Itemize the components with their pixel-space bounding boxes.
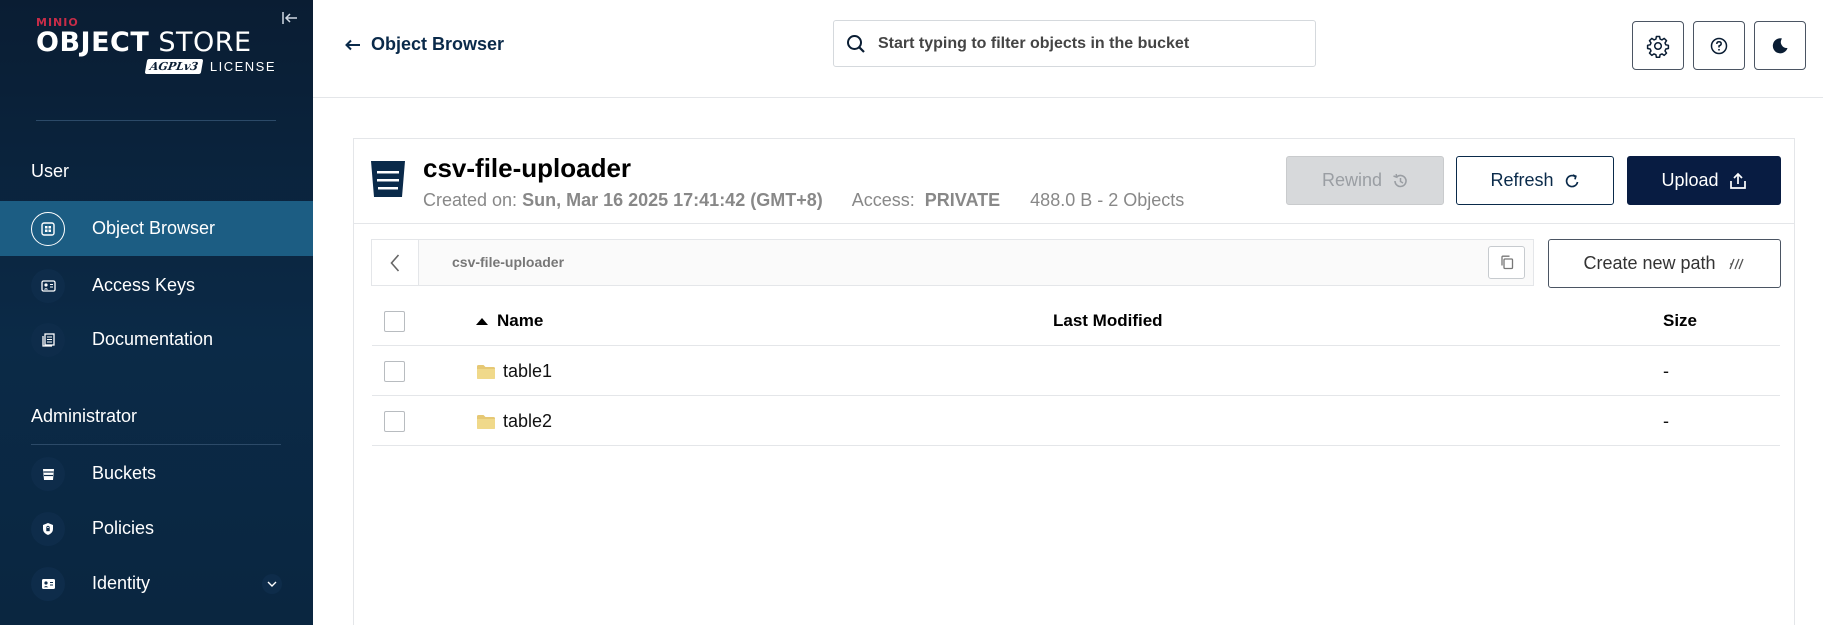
minio-logo: MINIO OBJECT STORE AGPLv3 LICENSE — [36, 16, 286, 74]
dark-mode-button[interactable] — [1754, 21, 1806, 70]
sidebar-divider — [31, 444, 281, 445]
arrow-left-icon — [345, 39, 360, 50]
search-input[interactable] — [878, 34, 1278, 53]
user-section-title: User — [31, 161, 70, 181]
table-row[interactable]: table2 - — [372, 396, 1780, 446]
sidebar-item-buckets[interactable]: Buckets — [0, 446, 313, 501]
access-label: Access: — [851, 190, 915, 210]
buckets-icon — [31, 456, 65, 491]
help-icon — [1710, 37, 1728, 54]
sidebar-item-label: Access Keys — [92, 275, 196, 295]
sidebar-item-label: Documentation — [92, 329, 214, 349]
sidebar-item-label: Buckets — [92, 463, 157, 483]
sidebar-item-object-browser[interactable]: Object Browser — [0, 201, 313, 256]
breadcrumb-back-button[interactable] — [372, 240, 419, 285]
license-text: LICENSE — [209, 59, 276, 74]
new-path-icon — [1728, 258, 1744, 269]
upload-label: Upload — [1661, 170, 1719, 190]
object-name: table2 — [503, 411, 553, 431]
select-all-checkbox[interactable] — [384, 311, 405, 332]
top-header: Object Browser — [313, 0, 1823, 98]
sidebar-item-access-keys[interactable]: Access Keys — [0, 258, 313, 313]
agpl-badge: AGPLv3 — [144, 59, 204, 74]
sidebar-item-identity[interactable]: Identity — [0, 556, 313, 611]
upload-icon — [1729, 172, 1746, 189]
sort-ascending-icon — [476, 317, 488, 325]
sidebar-item-label: Object Browser — [92, 218, 216, 238]
sidebar-item-label: Identity — [92, 573, 151, 593]
back-to-object-browser-link[interactable]: Object Browser — [345, 34, 504, 55]
objects-table: Name Last Modified Size table1 - table2 … — [372, 296, 1780, 446]
settings-icon — [1646, 35, 1670, 58]
chevron-down-icon[interactable] — [262, 573, 282, 594]
administrator-section-title: Administrator — [31, 406, 138, 426]
object-size: - — [1663, 361, 1669, 381]
documentation-icon — [31, 322, 65, 357]
row-checkbox[interactable] — [384, 361, 405, 382]
object-name: table1 — [503, 361, 553, 381]
help-button[interactable] — [1693, 21, 1745, 70]
refresh-button[interactable]: Refresh — [1456, 156, 1614, 205]
rewind-button[interactable]: Rewind — [1286, 156, 1444, 205]
logo-title: OBJECT STORE — [36, 27, 252, 58]
folder-icon — [477, 414, 495, 429]
access-keys-icon — [31, 268, 65, 303]
policies-icon — [31, 511, 65, 546]
access-value: PRIVATE — [924, 190, 1001, 210]
settings-button[interactable] — [1632, 21, 1684, 70]
create-new-path-label: Create new path — [1583, 253, 1716, 273]
sidebar-item-policies[interactable]: Policies — [0, 501, 313, 556]
column-header-name[interactable]: Name — [476, 311, 543, 331]
created-label: Created on: — [423, 190, 518, 210]
sidebar-item-label: Policies — [92, 518, 155, 538]
history-icon — [1393, 173, 1407, 187]
search-icon — [847, 34, 865, 53]
column-header-size[interactable]: Size — [1663, 311, 1697, 331]
dark-mode-icon — [1772, 37, 1788, 53]
upload-button[interactable]: Upload — [1627, 156, 1781, 205]
sidebar: MINIO OBJECT STORE AGPLv3 LICENSE User O… — [0, 0, 313, 625]
sidebar-divider — [36, 120, 276, 121]
search-box[interactable] — [833, 20, 1316, 67]
created-value: Sun, Mar 16 2025 17:41:42 (GMT+8) — [522, 190, 823, 210]
chevron-left-icon — [390, 253, 400, 272]
create-new-path-button[interactable]: Create new path — [1548, 239, 1781, 288]
refresh-label: Refresh — [1490, 170, 1554, 190]
object-size: - — [1663, 411, 1669, 431]
bucket-meta: Created on: Sun, Mar 16 2025 17:41:42 (G… — [423, 190, 1184, 211]
folder-icon — [477, 364, 495, 379]
rewind-label: Rewind — [1321, 170, 1383, 190]
collapse-sidebar-icon[interactable] — [281, 10, 301, 28]
copy-path-button[interactable] — [1488, 246, 1525, 279]
bucket-icon — [370, 160, 406, 203]
table-header-row: Name Last Modified Size — [372, 296, 1780, 346]
column-header-last-modified[interactable]: Last Modified — [1053, 311, 1163, 331]
bucket-usage: 488.0 B - 2 Objects — [1030, 190, 1185, 210]
object-browser-icon — [31, 211, 65, 246]
row-checkbox[interactable] — [384, 411, 405, 432]
back-link-label: Object Browser — [371, 34, 505, 54]
sidebar-item-documentation[interactable]: Documentation — [0, 312, 313, 367]
refresh-icon — [1565, 173, 1578, 187]
bucket-name: csv-file-uploader — [423, 153, 632, 183]
bucket-panel: csv-file-uploader Created on: Sun, Mar 1… — [353, 138, 1795, 625]
breadcrumb: csv-file-uploader — [371, 239, 1534, 286]
bucket-info-bar: csv-file-uploader Created on: Sun, Mar 1… — [354, 139, 1794, 224]
copy-icon — [1500, 255, 1513, 270]
table-row[interactable]: table1 - — [372, 346, 1780, 396]
identity-icon — [31, 566, 65, 601]
breadcrumb-path[interactable]: csv-file-uploader — [452, 254, 564, 270]
